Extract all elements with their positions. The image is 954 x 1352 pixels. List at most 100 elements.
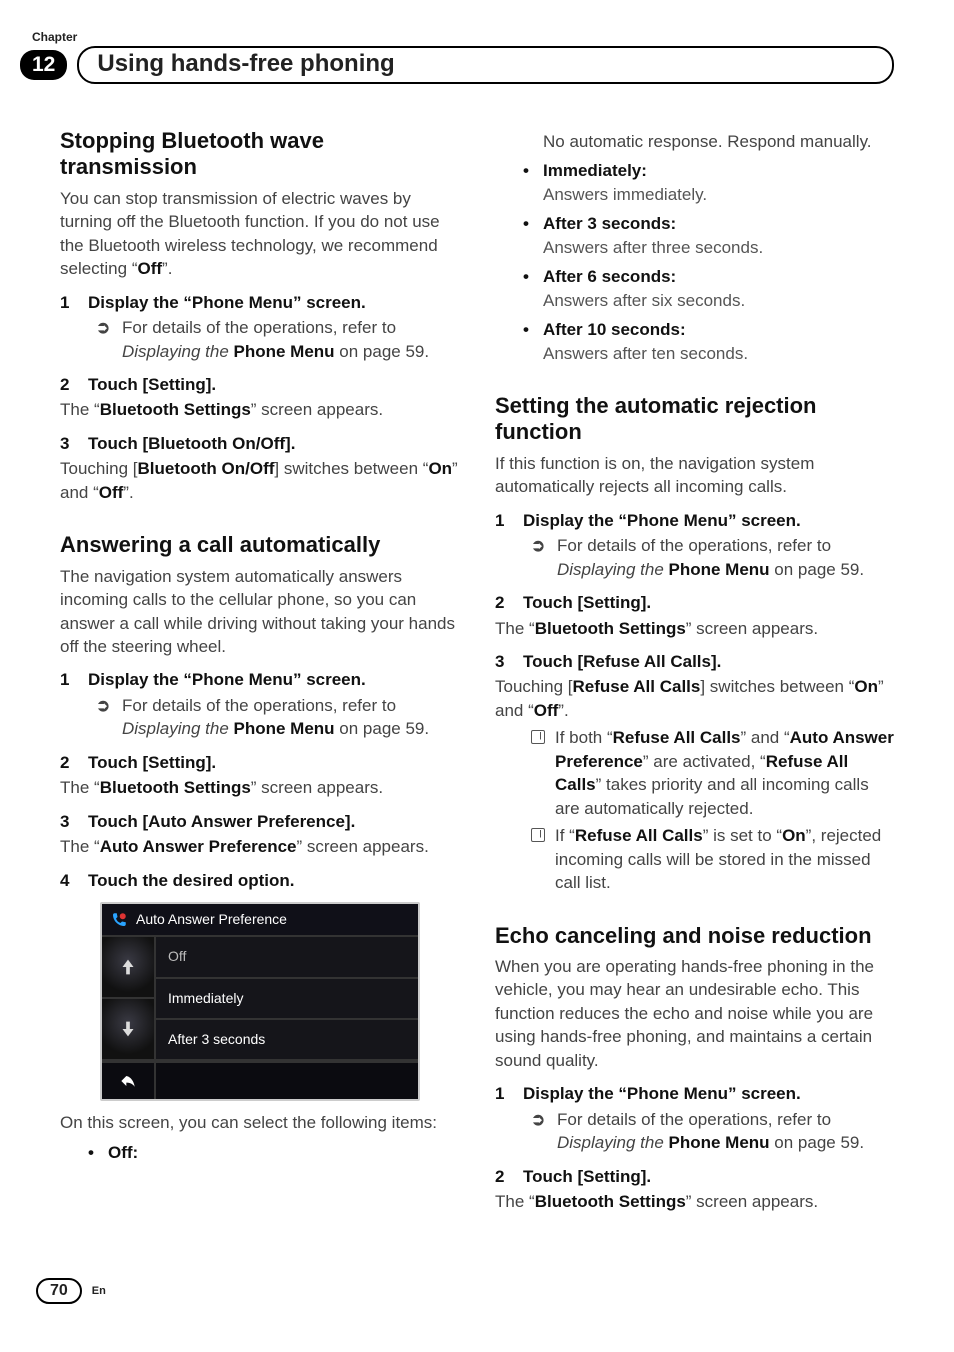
option-immediately[interactable]: Immediately — [156, 979, 418, 1020]
t: ” takes priority and all incoming calls … — [555, 775, 869, 817]
step-2: 2 Touch [Setting]. — [495, 591, 894, 614]
t: Answers after six seconds. — [543, 289, 894, 312]
step-2: 2 Touch [Setting]. — [60, 751, 459, 774]
option-after-3-seconds[interactable]: After 3 seconds — [156, 1020, 418, 1061]
heading-echo-cancel: Echo canceling and noise reduction — [495, 923, 894, 949]
step-number: 4 — [60, 869, 74, 892]
chapter-number-badge: 12 — [20, 50, 67, 80]
t: Bluetooth On/Off — [138, 459, 275, 478]
text: ”. — [162, 259, 172, 278]
step-3: 3 Touch [Bluetooth On/Off]. — [60, 432, 459, 455]
t: on page 59. — [770, 560, 865, 579]
t: on page 59. — [770, 1133, 865, 1152]
option-after-6-desc: After 6 seconds: Answers after six secon… — [523, 265, 894, 312]
t: The “ — [60, 837, 100, 856]
step-3: 3 Touch [Refuse All Calls]. — [495, 650, 894, 673]
step-body: The “Bluetooth Settings” screen appears. — [495, 1190, 894, 1213]
step-4: 4 Touch the desired option. — [60, 869, 459, 892]
text-bold: Off — [137, 259, 162, 278]
text: on page 59. — [335, 342, 430, 361]
step-text: Display the “Phone Menu” screen. — [88, 668, 459, 691]
page: Chapter 12 Using hands-free phoning Stop… — [0, 0, 954, 1352]
off-desc-body: No automatic response. Respond manually. — [543, 130, 894, 153]
reference-arrow-icon: ➲ — [96, 316, 112, 363]
t: After 6 seconds — [543, 267, 671, 286]
t: Answers immediately. — [543, 183, 894, 206]
t: ” is set to “ — [703, 826, 782, 845]
t: Immediately — [543, 161, 641, 180]
text: The “ — [60, 400, 100, 419]
step-number: 1 — [60, 668, 74, 691]
answer-timing-list: Immediately: Answers immediately. After … — [523, 159, 894, 365]
chapter-label: Chapter — [32, 30, 894, 44]
option-after-3-desc: After 3 seconds: Answers after three sec… — [523, 212, 894, 259]
intro-echo-cancel: When you are operating hands-free phonin… — [495, 955, 894, 1072]
step-text: Touch the desired option. — [88, 869, 459, 892]
t: ”. — [558, 701, 568, 720]
t: Displaying the — [122, 719, 234, 738]
step-text: Touch [Setting]. — [523, 591, 894, 614]
t: For details of the operations, refer to — [557, 1110, 831, 1129]
scroll-down-button[interactable] — [102, 999, 154, 1061]
t: ” screen appears. — [297, 837, 429, 856]
text-italic: Displaying the — [122, 342, 234, 361]
step-body: Touching [Bluetooth On/Off] switches bet… — [60, 457, 459, 504]
t: ] switches between “ — [700, 677, 854, 696]
t: On — [854, 677, 878, 696]
step-text: Touch [Setting]. — [88, 751, 459, 774]
text-bold: Bluetooth Settings — [100, 400, 251, 419]
step-body: Touching [Refuse All Calls] switches bet… — [495, 675, 894, 722]
scroll-up-button[interactable] — [102, 937, 154, 999]
step-body: The “Bluetooth Settings” screen appears. — [60, 398, 459, 421]
t: On — [782, 826, 806, 845]
t: Refuse All Calls — [573, 677, 701, 696]
heading-stop-bluetooth: Stopping Bluetooth wave transmission — [60, 128, 459, 181]
cross-ref: ➲ For details of the operations, refer t… — [531, 1108, 894, 1155]
ref-text: For details of the operations, refer to … — [557, 1108, 894, 1155]
step-text: Touch [Auto Answer Preference]. — [88, 810, 459, 833]
step-text: Touch [Bluetooth On/Off]. — [88, 432, 459, 455]
note-icon — [531, 828, 545, 842]
after-screenshot: On this screen, you can select the follo… — [60, 1111, 459, 1134]
t: Refuse All Calls — [613, 728, 741, 747]
step-text: Touch [Setting]. — [523, 1165, 894, 1188]
t: Bluetooth Settings — [535, 619, 686, 638]
page-footer: 70 En — [36, 1278, 106, 1304]
left-column: Stopping Bluetooth wave transmission You… — [60, 128, 459, 1213]
step-text: Display the “Phone Menu” screen. — [523, 509, 894, 532]
t: The “ — [495, 619, 535, 638]
t: Displaying the — [557, 560, 669, 579]
screenshot-body: Off Immediately After 3 seconds — [102, 937, 418, 1061]
right-column: No automatic response. Respond manually.… — [495, 128, 894, 1213]
note-text: If “Refuse All Calls” is set to “On”, re… — [555, 824, 894, 894]
step-text: Touch [Setting]. — [88, 373, 459, 396]
t: on page 59. — [335, 719, 430, 738]
reference-arrow-icon: ➲ — [531, 534, 547, 581]
intro-answer-auto: The navigation system automatically answ… — [60, 565, 459, 659]
note-icon — [531, 730, 545, 744]
note-2: If “Refuse All Calls” is set to “On”, re… — [531, 824, 894, 894]
t: After 3 seconds — [543, 214, 671, 233]
reference-arrow-icon: ➲ — [96, 694, 112, 741]
text: ” screen appears. — [251, 400, 383, 419]
step-number: 2 — [60, 373, 74, 396]
step-1: 1 Display the “Phone Menu” screen. — [60, 291, 459, 314]
cross-ref: ➲ For details of the operations, refer t… — [96, 694, 459, 741]
t: Displaying the — [557, 1133, 669, 1152]
language-label: En — [92, 1285, 106, 1297]
option-off[interactable]: Off — [156, 937, 418, 978]
screenshot-title: Auto Answer Preference — [136, 910, 287, 929]
t: After 10 seconds — [543, 320, 680, 339]
t: The “ — [495, 1192, 535, 1211]
t: On — [428, 459, 452, 478]
chapter-title: Using hands-free phoning — [77, 46, 894, 84]
text-bold: Phone Menu — [234, 342, 335, 361]
cross-ref: ➲ For details of the operations, refer t… — [96, 316, 459, 363]
ref-text: For details of the operations, refer to … — [557, 534, 894, 581]
t: Phone Menu — [234, 719, 335, 738]
back-button[interactable] — [102, 1063, 156, 1099]
step-3: 3 Touch [Auto Answer Preference]. — [60, 810, 459, 833]
t: Touching [ — [60, 459, 138, 478]
page-number-badge: 70 — [36, 1278, 82, 1304]
step-number: 2 — [60, 751, 74, 774]
